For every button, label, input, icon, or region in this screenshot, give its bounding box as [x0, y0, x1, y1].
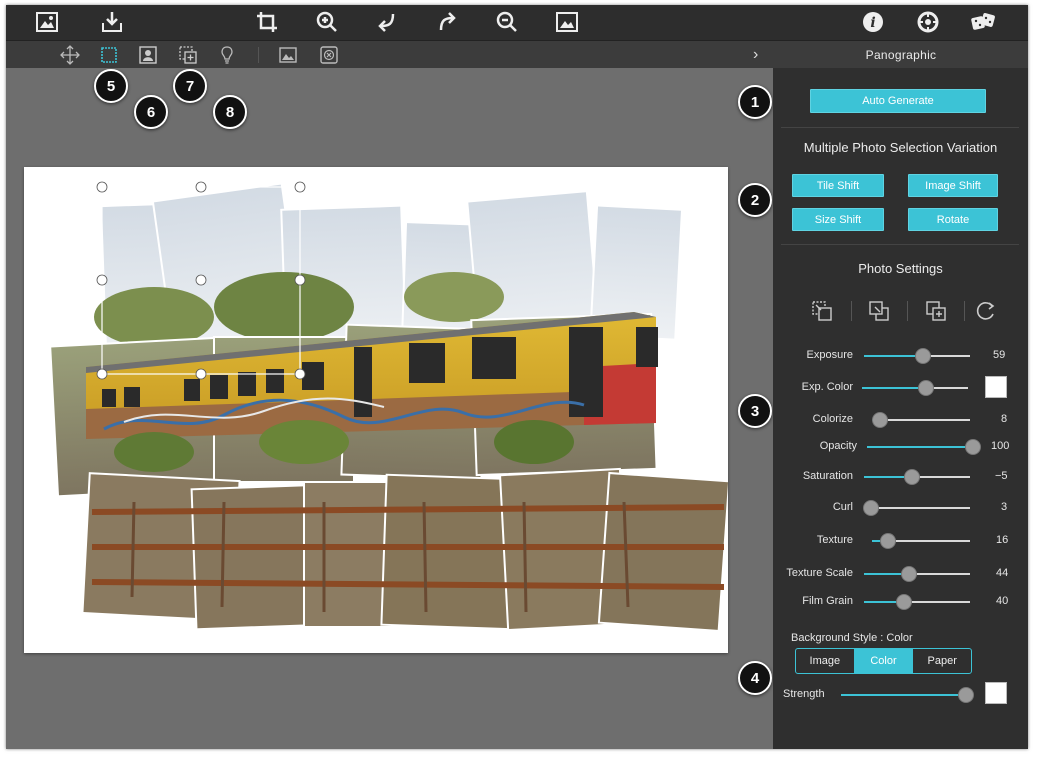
select-person-icon[interactable]	[136, 43, 160, 67]
collage-canvas[interactable]	[24, 167, 728, 653]
texture-scale-slider-thumb[interactable]	[900, 566, 917, 582]
exp-color-slider[interactable]	[862, 380, 968, 396]
image-shift-button[interactable]: Image Shift	[908, 174, 998, 197]
saturation-label: Saturation	[802, 470, 853, 482]
bring-front-icon[interactable]	[864, 297, 894, 325]
panographic-collage	[49, 181, 728, 633]
callout-badge-7: 7	[173, 69, 207, 103]
zoom-in-icon[interactable]	[313, 9, 341, 35]
bring-back-icon[interactable]	[807, 297, 837, 325]
rotate-button[interactable]: Rotate	[908, 208, 998, 231]
variation-title: Multiple Photo Selection Variation	[803, 140, 998, 155]
dice-icon[interactable]	[969, 9, 997, 35]
exposure-slider-thumb[interactable]	[915, 348, 932, 364]
photo-settings-title: Photo Settings	[858, 261, 943, 276]
background-style-label: Background Style : Color	[791, 632, 913, 644]
curl-value: 3	[1001, 501, 1008, 513]
film-grain-label: Film Grain	[802, 595, 853, 607]
exposure-value: 59	[993, 349, 1006, 361]
colorize-slider-thumb[interactable]	[871, 412, 888, 428]
remove-icon[interactable]	[317, 43, 341, 67]
colorize-slider[interactable]	[871, 412, 970, 428]
colorize-value: 8	[1001, 413, 1008, 425]
strength-label: Strength	[783, 688, 825, 700]
callout-badge-5: 5	[94, 69, 128, 103]
colorize-label: Colorize	[812, 413, 853, 425]
opacity-label: Opacity	[819, 440, 857, 452]
main-toolbar: i	[6, 5, 1028, 40]
texture-scale-label: Texture Scale	[786, 567, 853, 579]
selection-toolbar: › Panographic	[6, 40, 1028, 68]
film-grain-slider-thumb[interactable]	[896, 594, 913, 610]
strength-slider[interactable]	[841, 687, 974, 703]
export-image-icon[interactable]	[553, 9, 581, 35]
texture-scale-value: 44	[996, 567, 1009, 579]
strength-slider-thumb[interactable]	[957, 687, 974, 703]
callout-badge-8: 8	[213, 95, 247, 129]
background-color-option[interactable]: Color	[853, 649, 913, 673]
opacity-slider[interactable]	[867, 439, 981, 455]
strength-color-swatch[interactable]	[985, 682, 1007, 704]
panel-title: Panographic	[865, 48, 937, 62]
opacity-value: 100	[991, 440, 1010, 452]
saturation-value: −5	[995, 470, 1008, 482]
callout-badge-6: 6	[134, 95, 168, 129]
saturation-slider-thumb[interactable]	[903, 469, 920, 485]
exposure-label: Exposure	[806, 349, 853, 361]
move-icon[interactable]	[58, 43, 82, 67]
undo-icon[interactable]	[373, 9, 401, 35]
duplicate-tile-icon[interactable]	[921, 297, 951, 325]
settings-panel: Auto Generate Multiple Photo Selection V…	[773, 68, 1028, 749]
import-icon[interactable]	[98, 9, 126, 35]
info-icon[interactable]: i	[859, 9, 887, 35]
svg-text:i: i	[870, 15, 875, 31]
background-image-option[interactable]: Image	[796, 649, 854, 673]
callout-badge-1: 1	[738, 85, 772, 119]
curl-slider-thumb[interactable]	[863, 500, 880, 516]
lightbulb-icon[interactable]	[215, 43, 239, 67]
exp-color-swatch[interactable]	[985, 376, 1007, 398]
app-window: i › Panographic 5 6 7 8 1 2 3 4 Auto Gen…	[6, 5, 1028, 749]
exposure-slider[interactable]	[864, 348, 970, 364]
panel-toggle-chevron[interactable]: ›	[753, 46, 758, 64]
redo-icon[interactable]	[433, 9, 461, 35]
background-paper-option[interactable]: Paper	[912, 649, 971, 673]
auto-generate-button[interactable]: Auto Generate	[810, 89, 986, 113]
callout-badge-3: 3	[738, 394, 772, 428]
size-shift-button[interactable]: Size Shift	[792, 208, 884, 231]
zoom-out-icon[interactable]	[493, 9, 521, 35]
refresh-icon[interactable]	[971, 297, 1001, 325]
curl-label: Curl	[832, 501, 853, 513]
curl-slider[interactable]	[863, 500, 970, 516]
background-style-segmented: Image Color Paper	[795, 648, 972, 674]
image-icon[interactable]	[276, 43, 300, 67]
crop-icon[interactable]	[253, 9, 281, 35]
texture-label: Texture	[816, 534, 853, 546]
select-rect-icon[interactable]	[97, 43, 121, 67]
film-grain-slider[interactable]	[864, 594, 970, 610]
callout-badge-4: 4	[738, 661, 772, 695]
image-open-icon[interactable]	[33, 9, 61, 35]
saturation-slider[interactable]	[864, 469, 970, 485]
texture-slider[interactable]	[872, 533, 970, 549]
texture-value: 16	[996, 534, 1009, 546]
opacity-slider-thumb[interactable]	[965, 439, 981, 455]
exp-color-label: Exp. Color	[801, 381, 853, 393]
tile-shift-button[interactable]: Tile Shift	[792, 174, 884, 197]
texture-slider-thumb[interactable]	[879, 533, 896, 549]
add-tile-icon[interactable]	[176, 43, 200, 67]
settings-icon[interactable]	[914, 9, 942, 35]
exp-color-slider-thumb[interactable]	[917, 380, 934, 396]
film-grain-value: 40	[996, 595, 1009, 607]
callout-badge-2: 2	[738, 183, 772, 217]
texture-scale-slider[interactable]	[864, 566, 970, 582]
